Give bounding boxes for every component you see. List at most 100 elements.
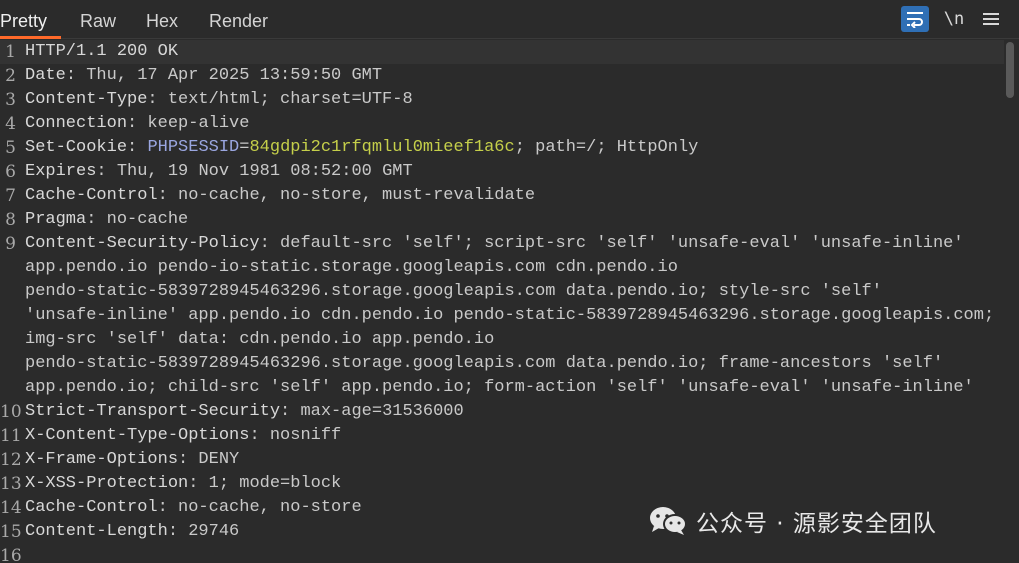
line-content: Date: Thu, 17 Apr 2025 13:59:50 GMT: [25, 64, 382, 88]
line-number: 1: [5, 42, 16, 62]
line-number: 7: [5, 186, 16, 206]
menu-button[interactable]: [979, 6, 1003, 32]
header-name: Cache-Control: [25, 186, 158, 205]
line-content: Cache-Control: no-cache, no-store: [25, 496, 362, 520]
line-number: 13: [0, 474, 22, 494]
code-line[interactable]: 16: [0, 544, 1004, 563]
header-value: : nosniff: [249, 426, 342, 445]
header-value: : no-cache, no-store, must-revalidate: [157, 186, 536, 205]
line-content: Content-Security-Policy: default-src 'se…: [25, 232, 964, 256]
code-line[interactable]: 6 Expires: Thu, 19 Nov 1981 08:52:00 GMT: [0, 160, 1004, 184]
line-content: Strict-Transport-Security: max-age=31536…: [25, 400, 464, 424]
code-line[interactable]: 12 X-Frame-Options: DENY: [0, 448, 1004, 472]
header-name: Set-Cookie: [25, 138, 128, 157]
code-line[interactable]: 1 HTTP/1.1 200 OK: [0, 40, 1004, 64]
header-name: X-Content-Type-Options: [25, 426, 250, 445]
header-name: Cache-Control: [25, 498, 158, 517]
code-line[interactable]: app.pendo.io; child-src 'self' app.pendo…: [0, 376, 1004, 400]
tab-raw[interactable]: Raw: [80, 0, 116, 38]
line-number: 3: [5, 90, 16, 110]
line-content: 'unsafe-inline' app.pendo.io cdn.pendo.i…: [25, 304, 994, 328]
header-value: : no-cache, no-store: [157, 498, 362, 517]
header-value: :: [127, 138, 148, 157]
line-content: app.pendo.io pendo-io-static.storage.goo…: [25, 256, 678, 280]
code-line[interactable]: 5 Set-Cookie: PHPSESSID=84gdpi2c1rfqmlul0…: [0, 136, 1004, 160]
code-line[interactable]: app.pendo.io pendo-io-static.storage.goo…: [0, 256, 1004, 280]
header-value: 'unsafe-inline' app.pendo.io cdn.pendo.i…: [25, 306, 995, 325]
header-name: Date: [25, 66, 66, 85]
code-line[interactable]: 3 Content-Type: text/html; charset=UTF-8: [0, 88, 1004, 112]
line-number: 10: [0, 402, 22, 422]
code-line[interactable]: 10 Strict-Transport-Security: max-age=315…: [0, 400, 1004, 424]
header-value: : DENY: [178, 450, 240, 469]
line-content: HTTP/1.1 200 OK: [25, 40, 178, 64]
line-content: Set-Cookie: PHPSESSID=84gdpi2c1rfqmlul0m…: [25, 136, 698, 160]
cookie-equals: =: [239, 138, 250, 157]
line-content: Expires: Thu, 19 Nov 1981 08:52:00 GMT: [25, 160, 413, 184]
response-editor[interactable]: 1 HTTP/1.1 200 OK 2 Date: Thu, 17 Apr 2025 …: [0, 40, 1004, 563]
header-value: : text/html; charset=UTF-8: [147, 90, 413, 109]
header-name: Strict-Transport-Security: [25, 402, 281, 421]
line-content: pendo-static-5839728945463296.storage.go…: [25, 280, 882, 304]
text-wrap-icon: [907, 12, 923, 28]
cookie-attributes: ; path=/; HttpOnly: [514, 138, 699, 157]
line-number: 6: [5, 162, 16, 182]
line-number: 12: [0, 450, 22, 470]
header-name: Expires: [25, 162, 97, 181]
header-value: : 29746: [167, 522, 240, 541]
wechat-icon: [650, 507, 687, 535]
line-number: 5: [5, 138, 16, 158]
line-number: 16: [0, 546, 22, 563]
code-line[interactable]: 2 Date: Thu, 17 Apr 2025 13:59:50 GMT: [0, 64, 1004, 88]
line-content: img-src 'self' data: cdn.pendo.io app.pe…: [25, 328, 494, 352]
line-content: Content-Length: 29746: [25, 520, 239, 544]
line-content: Cache-Control: no-cache, no-store, must-…: [25, 184, 535, 208]
header-name: Connection: [25, 114, 128, 133]
code-line[interactable]: img-src 'self' data: cdn.pendo.io app.pe…: [0, 328, 1004, 352]
header-value: : keep-alive: [127, 114, 250, 133]
text-wrap-button[interactable]: [901, 6, 929, 32]
code-line[interactable]: 7 Cache-Control: no-cache, no-store, must…: [0, 184, 1004, 208]
line-number: 14: [0, 498, 22, 518]
line-content: X-Content-Type-Options: nosniff: [25, 424, 341, 448]
header-value: : Thu, 19 Nov 1981 08:52:00 GMT: [96, 162, 413, 181]
vertical-scrollbar[interactable]: [1004, 40, 1019, 563]
header-value: pendo-static-5839728945463296.storage.go…: [25, 282, 882, 301]
show-newlines-button[interactable]: \n: [941, 6, 967, 32]
line-content: X-Frame-Options: DENY: [25, 448, 239, 472]
line-content: Connection: keep-alive: [25, 112, 249, 136]
line-content: pendo-static-5839728945463296.storage.go…: [25, 352, 943, 376]
line-number: 4: [5, 114, 16, 134]
line-number: 8: [5, 210, 16, 230]
code-line[interactable]: 8 Pragma: no-cache: [0, 208, 1004, 232]
header-value: img-src 'self' data: cdn.pendo.io app.pe…: [25, 330, 495, 349]
header-name: HTTP/1.1 200 OK: [25, 42, 179, 61]
header-value: : default-src 'self'; script-src 'self' …: [259, 234, 964, 253]
watermark-text: 公众号 · 源影安全团队: [696, 511, 937, 537]
line-number: 9: [5, 234, 16, 254]
tab-hex[interactable]: Hex: [146, 0, 178, 38]
header-value: : max-age=31536000: [280, 402, 464, 421]
line-number: 15: [0, 522, 22, 542]
scrollbar-thumb[interactable]: [1006, 42, 1014, 98]
header-value: : 1; mode=block: [188, 474, 342, 493]
code-line[interactable]: 13 X-XSS-Protection: 1; mode=block: [0, 472, 1004, 496]
header-value: pendo-static-5839728945463296.storage.go…: [25, 354, 944, 373]
header-name: X-XSS-Protection: [25, 474, 189, 493]
code-line[interactable]: 'unsafe-inline' app.pendo.io cdn.pendo.i…: [0, 304, 1004, 328]
header-name: Content-Length: [25, 522, 168, 541]
code-line[interactable]: 4 Connection: keep-alive: [0, 112, 1004, 136]
code-line[interactable]: pendo-static-5839728945463296.storage.go…: [0, 280, 1004, 304]
line-content: Content-Type: text/html; charset=UTF-8: [25, 88, 413, 112]
code-line[interactable]: 9 Content-Security-Policy: default-src 's…: [0, 232, 1004, 256]
code-line[interactable]: 11 X-Content-Type-Options: nosniff: [0, 424, 1004, 448]
line-content: Pragma: no-cache: [25, 208, 188, 232]
tab-bar: Pretty Raw Hex Render \n: [0, 0, 1019, 39]
cookie-name: PHPSESSID: [147, 138, 240, 157]
code-line[interactable]: pendo-static-5839728945463296.storage.go…: [0, 352, 1004, 376]
header-name: Content-Security-Policy: [25, 234, 260, 253]
tab-pretty[interactable]: Pretty: [0, 0, 62, 39]
header-value: app.pendo.io pendo-io-static.storage.goo…: [25, 258, 678, 277]
header-value: : no-cache: [86, 210, 189, 229]
tab-render[interactable]: Render: [209, 0, 268, 38]
